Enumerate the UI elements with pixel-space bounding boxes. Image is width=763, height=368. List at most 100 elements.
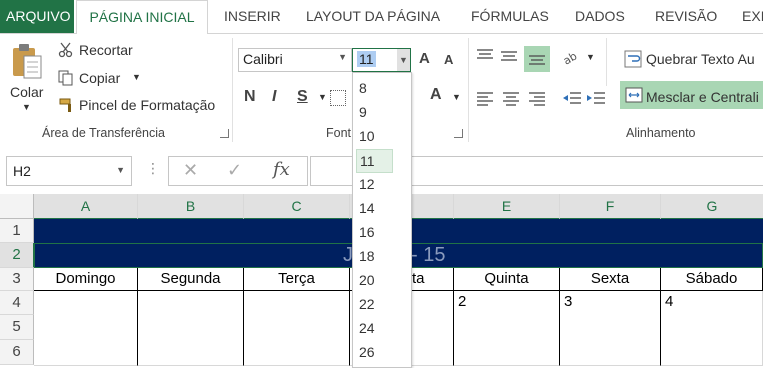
- date-cell[interactable]: 2: [454, 291, 560, 366]
- alignment-group-label: Alinhamento: [626, 126, 696, 140]
- row-header-6[interactable]: 6: [0, 340, 34, 365]
- align-middle-icon[interactable]: [500, 48, 518, 64]
- font-group-label: Font: [326, 126, 352, 140]
- date-cell[interactable]: [244, 291, 350, 366]
- weekday-cell[interactable]: Domingo: [34, 268, 138, 291]
- tab-file[interactable]: ARQUIVO: [0, 0, 74, 33]
- font-size-option[interactable]: 10: [356, 125, 393, 147]
- orientation-chevron-icon[interactable]: ▼: [586, 52, 595, 62]
- enter-icon[interactable]: ✓: [227, 160, 242, 181]
- font-size-combobox[interactable]: 11 ▼: [352, 48, 411, 72]
- weekday-cell[interactable]: Terça: [244, 268, 350, 291]
- wrap-text-icon: [624, 50, 642, 68]
- tab-review[interactable]: REVISÃO: [655, 0, 717, 33]
- align-center-icon[interactable]: [502, 90, 520, 106]
- wrap-text-button[interactable]: Quebrar Texto Au: [646, 51, 755, 67]
- tab-page-layout[interactable]: LAYOUT DA PÁGINA: [306, 0, 440, 33]
- ribbon-tab-bar: ARQUIVO PÁGINA INICIAL INSERIR LAYOUT DA…: [0, 0, 763, 35]
- date-cell[interactable]: 4: [661, 291, 763, 366]
- increase-indent-icon[interactable]: [586, 90, 606, 106]
- merge-center-icon: [625, 87, 643, 103]
- row-header-2[interactable]: 2: [0, 243, 35, 268]
- formula-buttons: ✕ ✓ fx: [168, 156, 308, 186]
- borders-icon[interactable]: [330, 90, 346, 106]
- title-text-right: - 15: [411, 244, 446, 266]
- font-size-option[interactable]: 14: [356, 197, 393, 219]
- chevron-down-icon[interactable]: ▼: [116, 165, 125, 175]
- font-size-option[interactable]: 9: [356, 101, 393, 123]
- scissors-icon: [58, 42, 74, 58]
- more-icon: ⋮: [146, 160, 160, 176]
- font-size-option[interactable]: 22: [356, 293, 393, 315]
- align-bottom-icon[interactable]: [524, 46, 550, 72]
- orientation-icon[interactable]: ab: [561, 48, 582, 67]
- paste-button[interactable]: Colar: [10, 84, 43, 100]
- copy-dropdown-chevron-icon[interactable]: ▼: [132, 72, 141, 82]
- align-right-icon[interactable]: [528, 90, 546, 106]
- font-size-option[interactable]: 20: [356, 269, 393, 291]
- decrease-indent-icon[interactable]: [562, 90, 582, 106]
- cut-button[interactable]: Recortar: [79, 42, 133, 58]
- font-name-value: Calibri: [243, 51, 283, 67]
- align-left-icon[interactable]: [476, 90, 494, 106]
- bold-button[interactable]: N: [244, 88, 256, 106]
- column-header-c[interactable]: C: [244, 194, 350, 220]
- font-size-dropdown: 8 9 10 11 12 14 16 18 20 22 24 26: [352, 72, 412, 368]
- copy-button[interactable]: Copiar: [79, 70, 120, 86]
- format-painter-icon: [58, 97, 74, 113]
- row-header-1[interactable]: 1: [0, 219, 34, 243]
- column-header-e[interactable]: E: [454, 194, 560, 220]
- font-size-option[interactable]: 18: [356, 245, 393, 267]
- font-size-option[interactable]: 12: [356, 173, 393, 195]
- date-cell[interactable]: [138, 291, 244, 366]
- column-header-b[interactable]: B: [138, 194, 244, 220]
- weekday-cell[interactable]: Sábado: [661, 268, 763, 291]
- chevron-down-icon[interactable]: ▼: [397, 49, 410, 71]
- date-cell[interactable]: [34, 291, 138, 366]
- tab-insert[interactable]: INSERIR: [224, 0, 281, 33]
- grow-font-icon[interactable]: A: [419, 50, 430, 67]
- font-size-option-selected[interactable]: 11: [356, 149, 393, 173]
- font-size-option[interactable]: 26: [356, 341, 393, 363]
- italic-button[interactable]: I: [272, 88, 276, 106]
- align-top-icon[interactable]: [476, 48, 494, 64]
- paste-dropdown-chevron-icon[interactable]: ▼: [22, 102, 31, 112]
- font-launcher-icon[interactable]: [454, 129, 463, 138]
- font-size-value[interactable]: 11: [357, 51, 376, 67]
- weekday-cell[interactable]: Quinta: [454, 268, 560, 291]
- tab-data[interactable]: DADOS: [575, 0, 625, 33]
- tab-view[interactable]: EXI: [742, 0, 763, 33]
- column-header-g[interactable]: G: [661, 194, 763, 220]
- merge-center-button[interactable]: Mesclar e Centrali: [646, 89, 759, 105]
- insert-function-icon[interactable]: fx: [273, 159, 290, 180]
- chevron-down-icon[interactable]: ▼: [338, 52, 347, 62]
- row-header-5[interactable]: 5: [0, 315, 34, 340]
- cancel-icon[interactable]: ✕: [183, 160, 198, 181]
- column-header-f[interactable]: F: [560, 194, 661, 220]
- tab-home[interactable]: PÁGINA INICIAL: [76, 0, 208, 35]
- weekday-cell[interactable]: Segunda: [138, 268, 244, 291]
- row-header-4[interactable]: 4: [0, 291, 34, 315]
- font-name-combobox[interactable]: Calibri ▼: [238, 48, 352, 72]
- name-box-value[interactable]: H2: [13, 163, 31, 179]
- font-color-chevron-icon[interactable]: ▼: [452, 92, 461, 102]
- format-painter-button[interactable]: Pincel de Formatação: [79, 97, 215, 113]
- font-size-option[interactable]: 8: [356, 77, 393, 99]
- weekday-cell[interactable]: Sexta: [560, 268, 661, 291]
- font-size-option[interactable]: 24: [356, 317, 393, 339]
- row-header-3[interactable]: 3: [0, 268, 34, 291]
- date-cell[interactable]: 3: [560, 291, 661, 366]
- tab-formulas[interactable]: FÓRMULAS: [471, 0, 549, 33]
- underline-button[interactable]: S: [297, 88, 308, 106]
- group-divider: [468, 38, 469, 142]
- font-color-icon[interactable]: A: [430, 86, 442, 104]
- shrink-font-icon[interactable]: A: [444, 52, 453, 67]
- column-header-a[interactable]: A: [34, 194, 138, 220]
- select-all-corner[interactable]: [0, 194, 34, 219]
- font-size-option[interactable]: 16: [356, 221, 393, 243]
- paste-icon[interactable]: [10, 42, 44, 82]
- group-divider: [232, 38, 233, 142]
- name-box[interactable]: H2 ▼: [6, 156, 132, 186]
- clipboard-launcher-icon[interactable]: [220, 129, 229, 138]
- underline-chevron-icon[interactable]: ▼: [318, 92, 327, 102]
